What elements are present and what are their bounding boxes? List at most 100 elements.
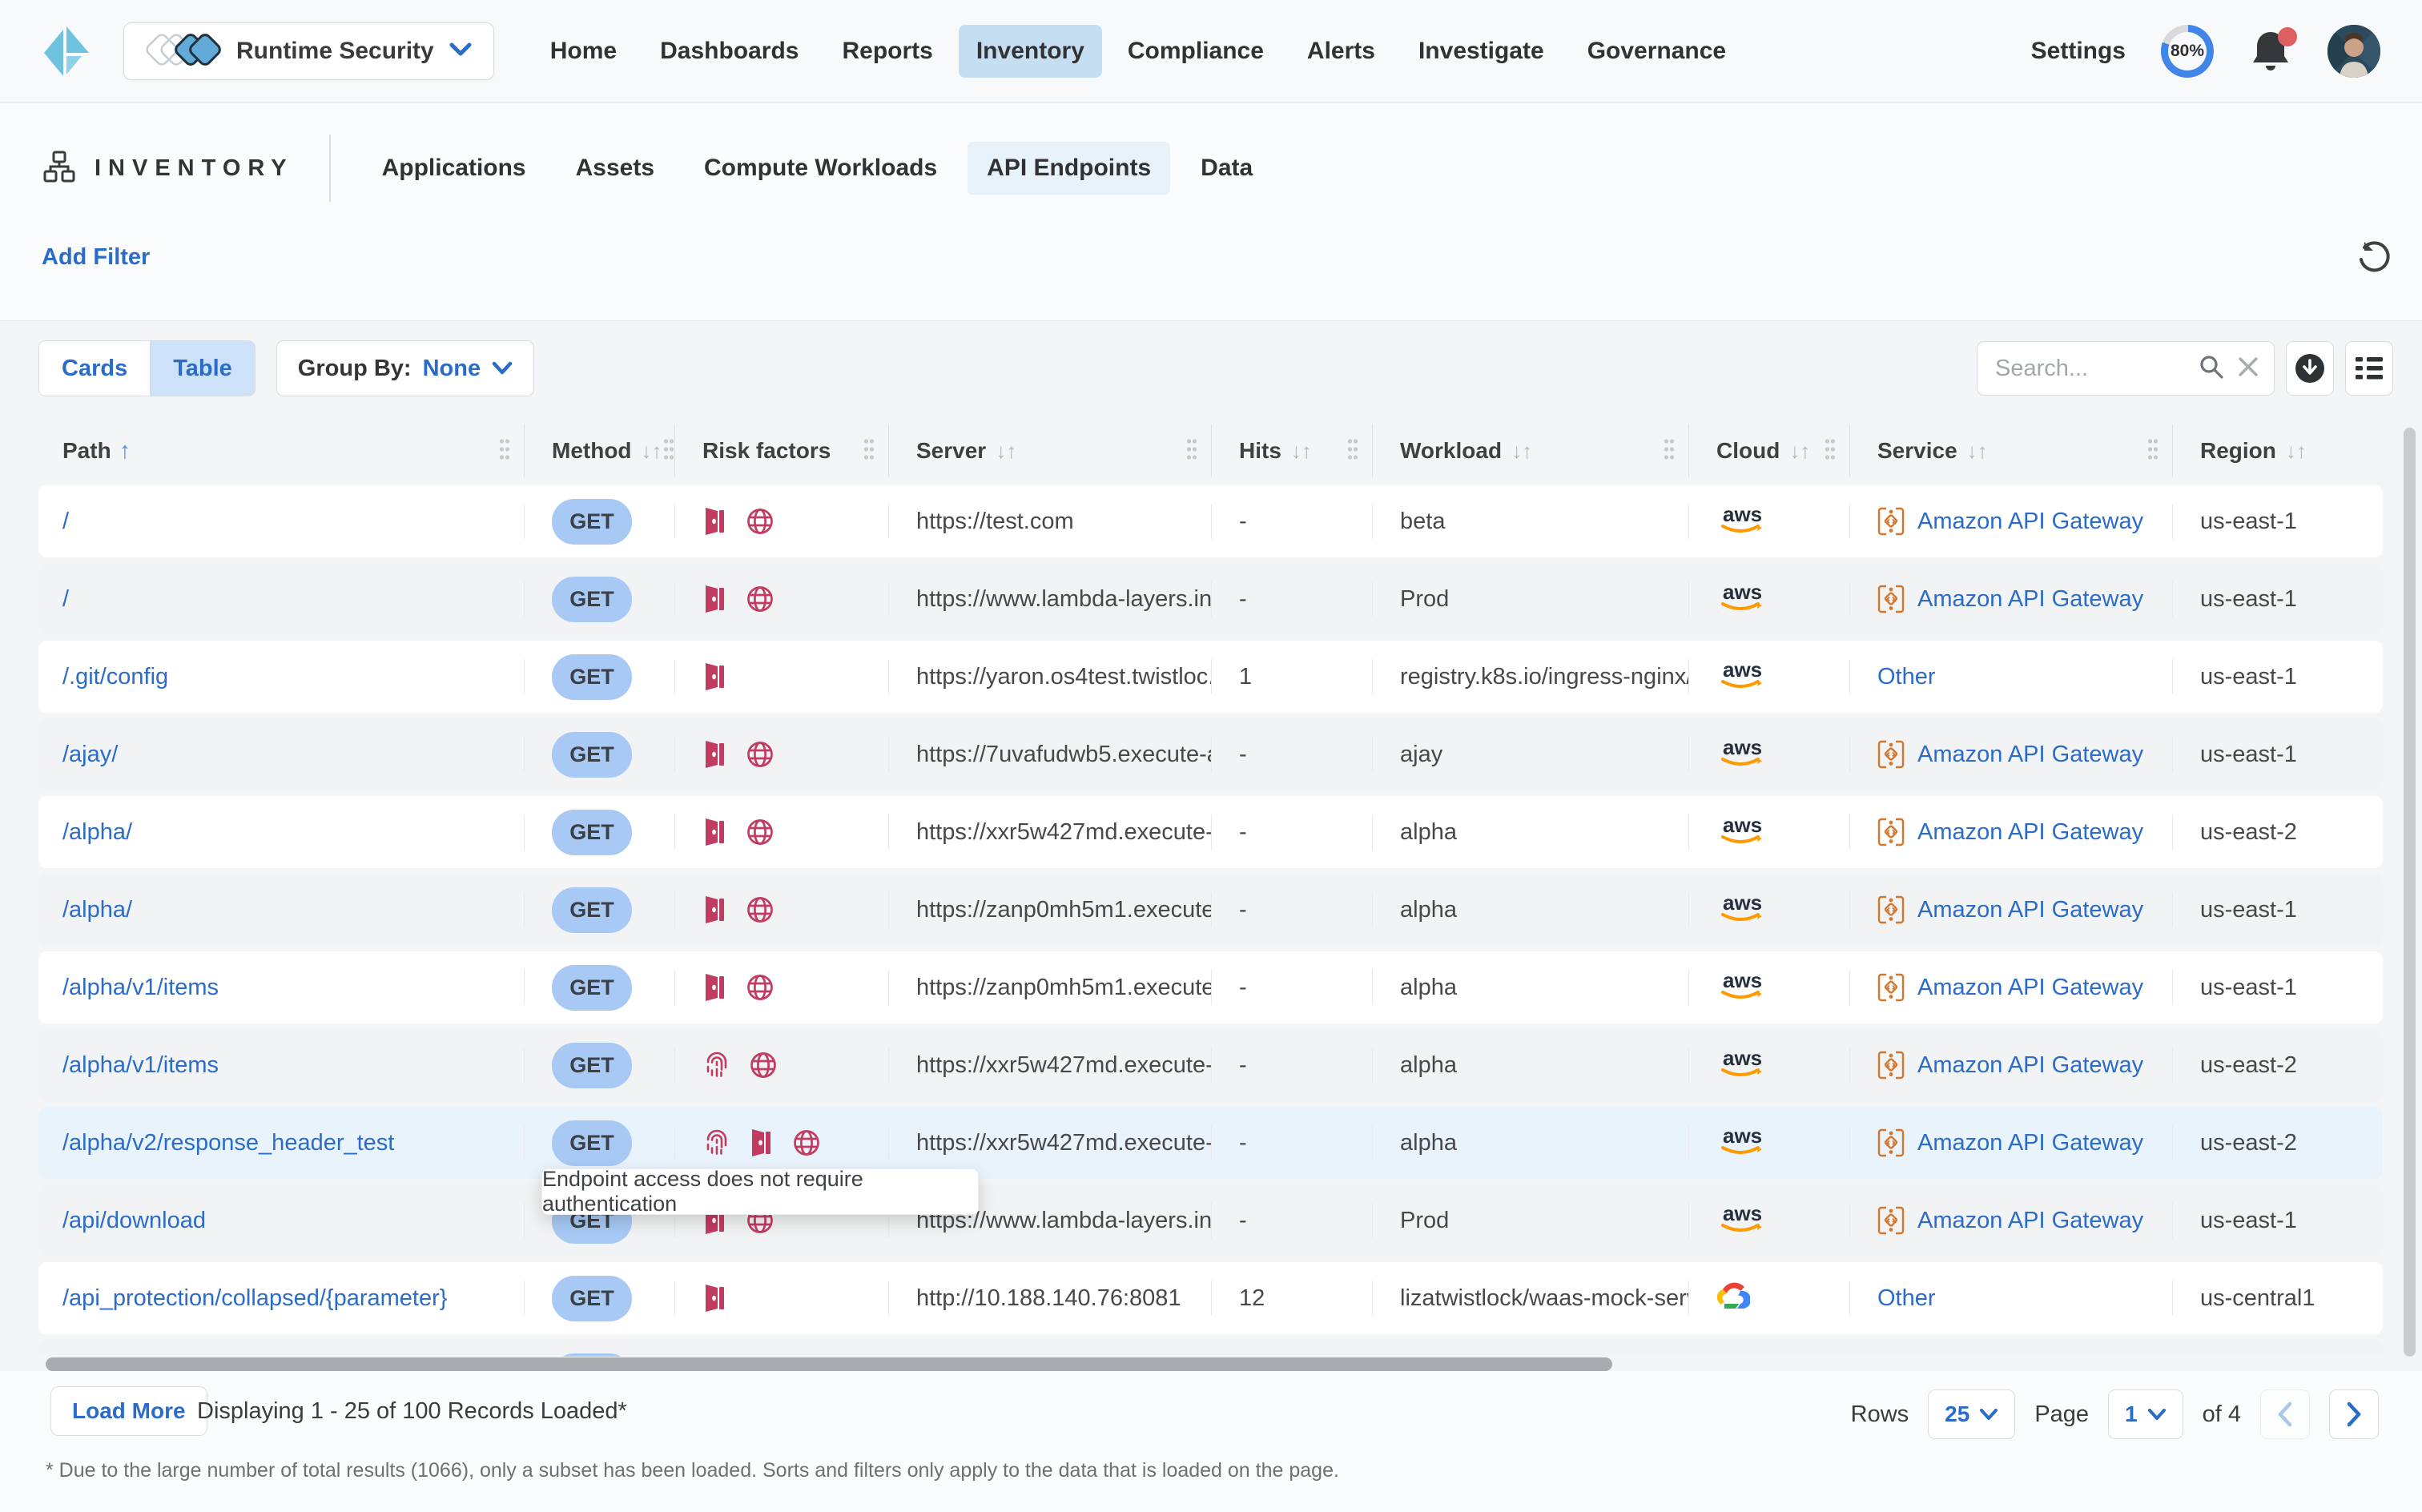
nav-item-dashboards[interactable]: Dashboards xyxy=(642,25,816,78)
risk-factors[interactable] xyxy=(702,973,774,1002)
service-link[interactable]: Amazon API Gateway xyxy=(1917,1052,2143,1079)
table-row[interactable]: /ajay/GEThttps://7uvafudwb5.execute-a...… xyxy=(38,718,2383,790)
service-link[interactable]: Amazon API Gateway xyxy=(1917,509,2143,535)
drag-handle-icon[interactable] xyxy=(1346,437,1359,465)
service-link[interactable]: Other xyxy=(1877,1285,1936,1312)
horizontal-scrollbar[interactable] xyxy=(46,1357,1612,1371)
nav-item-governance[interactable]: Governance xyxy=(1570,25,1744,78)
risk-factors[interactable] xyxy=(702,1284,728,1313)
endpoint-path-link[interactable]: /ajay/ xyxy=(62,742,118,768)
service-link[interactable]: Amazon API Gateway xyxy=(1917,742,2143,768)
risk-factors[interactable] xyxy=(702,662,728,691)
table-row[interactable]: /.git/configGEThttps://yaron.os4test.twi… xyxy=(38,641,2383,713)
notifications-bell-icon[interactable] xyxy=(2249,29,2292,74)
user-avatar[interactable] xyxy=(2327,25,2380,78)
risk-factors[interactable] xyxy=(702,740,774,769)
table-row[interactable]: /alpha/v2/response_header_testGEThttps:/… xyxy=(38,1107,2383,1179)
download-report-button[interactable] xyxy=(2286,341,2334,396)
next-page-button[interactable] xyxy=(2329,1389,2379,1439)
drag-handle-icon[interactable] xyxy=(662,437,675,465)
manage-columns-button[interactable] xyxy=(2345,341,2393,396)
add-filter-button[interactable]: Add Filter xyxy=(42,244,150,271)
service-link[interactable]: Amazon API Gateway xyxy=(1917,1208,2143,1234)
search-icon[interactable] xyxy=(2199,354,2224,384)
endpoint-path-link[interactable]: /api/download xyxy=(62,1208,206,1234)
table-row[interactable]: /GEThttps://test.com-betaawsAmazon API G… xyxy=(38,485,2383,557)
column-header-service[interactable]: Service↓↑ xyxy=(1850,424,2173,477)
endpoint-path-link[interactable]: /.git/config xyxy=(62,664,168,690)
service-link[interactable]: Amazon API Gateway xyxy=(1917,819,2143,846)
endpoint-path-link[interactable]: /alpha/ xyxy=(62,819,132,846)
drag-handle-icon[interactable] xyxy=(1185,437,1198,465)
filter-row: Add Filter xyxy=(42,240,2390,274)
column-header-hits[interactable]: Hits↓↑ xyxy=(1212,424,1373,477)
drag-handle-icon[interactable] xyxy=(1663,437,1676,465)
table-row[interactable]: /api_protection/collapsed/{parameter}GET… xyxy=(38,1262,2383,1334)
prisma-cloud-logo-icon[interactable] xyxy=(42,23,91,79)
column-header-path[interactable]: Path↑ xyxy=(38,424,525,477)
column-header-server[interactable]: Server↓↑ xyxy=(889,424,1212,477)
table-row[interactable]: /alpha/GEThttps://zanp0mh5m1.execute-...… xyxy=(38,874,2383,946)
risk-factors[interactable] xyxy=(702,1128,821,1157)
load-more-button[interactable]: Load More xyxy=(50,1386,207,1436)
column-header-method[interactable]: Method↓↑ xyxy=(525,424,675,477)
search-input[interactable] xyxy=(1995,356,2199,382)
tab-compute-workloads[interactable]: Compute Workloads xyxy=(685,142,956,195)
endpoint-path-link[interactable]: /alpha/ xyxy=(62,897,132,923)
tab-assets[interactable]: Assets xyxy=(557,142,674,195)
reset-filters-icon[interactable] xyxy=(2356,240,2390,274)
risk-factors[interactable] xyxy=(702,818,774,846)
service-link[interactable]: Amazon API Gateway xyxy=(1917,975,2143,1001)
nav-item-compliance[interactable]: Compliance xyxy=(1110,25,1281,78)
service-link[interactable]: Other xyxy=(1877,664,1936,690)
tab-data[interactable]: Data xyxy=(1181,142,1272,195)
service-link[interactable]: Amazon API Gateway xyxy=(1917,586,2143,613)
tab-api-endpoints[interactable]: API Endpoints xyxy=(968,142,1170,195)
settings-link[interactable]: Settings xyxy=(2031,38,2126,65)
table-row[interactable]: /alpha/v1/itemsGEThttps://xxr5w427md.exe… xyxy=(38,1029,2383,1101)
table-row[interactable]: /alpha/v1/itemsGEThttps://zanp0mh5m1.exe… xyxy=(38,951,2383,1023)
table-row[interactable]: /GEThttps://www.lambda-layers.info-Proda… xyxy=(38,563,2383,635)
endpoint-path-link[interactable]: /alpha/v1/items xyxy=(62,975,219,1001)
drag-handle-icon[interactable] xyxy=(863,437,875,465)
drag-handle-icon[interactable] xyxy=(2146,437,2159,465)
page-select[interactable]: 1 xyxy=(2108,1389,2183,1439)
risk-door-icon xyxy=(702,507,728,536)
nav-item-inventory[interactable]: Inventory xyxy=(959,25,1102,78)
endpoint-path-link[interactable]: /api_protection/collapsed/{parameter} xyxy=(62,1285,447,1312)
table-row[interactable]: /alpha/GEThttps://xxr5w427md.execute-...… xyxy=(38,796,2383,868)
drag-handle-icon[interactable] xyxy=(1824,437,1837,465)
column-header-region[interactable]: Region↓↑ xyxy=(2173,424,2383,477)
service-link[interactable]: Amazon API Gateway xyxy=(1917,1130,2143,1156)
risk-factors[interactable] xyxy=(702,585,774,613)
module-selector[interactable]: Runtime Security xyxy=(123,22,494,80)
column-header-workload[interactable]: Workload↓↑ xyxy=(1373,424,1689,477)
nav-item-home[interactable]: Home xyxy=(533,25,634,78)
column-header-cloud[interactable]: Cloud↓↑ xyxy=(1689,424,1850,477)
nav-item-investigate[interactable]: Investigate xyxy=(1401,25,1562,78)
risk-factors[interactable] xyxy=(702,895,774,924)
nav-item-alerts[interactable]: Alerts xyxy=(1289,25,1393,78)
risk-factors[interactable] xyxy=(702,507,774,536)
usage-ring[interactable]: 80% xyxy=(2161,25,2214,78)
clear-search-icon[interactable] xyxy=(2237,356,2259,382)
vertical-scrollbar[interactable] xyxy=(2404,428,2416,1357)
svg-text:aws: aws xyxy=(1723,1201,1762,1225)
service-link[interactable]: Amazon API Gateway xyxy=(1917,897,2143,923)
endpoint-path-link[interactable]: / xyxy=(62,586,69,613)
table-row[interactable]: /api/downloadGEThttps://www.lambda-layer… xyxy=(38,1184,2383,1257)
table-row[interactable]: GETOther xyxy=(38,1340,2383,1357)
group-by-dropdown[interactable]: Group By: None xyxy=(276,340,534,396)
rows-per-page-select[interactable]: 25 xyxy=(1928,1389,2015,1439)
table-view-button[interactable]: Table xyxy=(150,341,255,396)
risk-factors[interactable] xyxy=(702,1051,778,1080)
drag-handle-icon[interactable] xyxy=(498,437,511,465)
endpoint-path-link[interactable]: /alpha/v1/items xyxy=(62,1052,219,1079)
previous-page-button[interactable] xyxy=(2260,1389,2310,1439)
endpoint-path-link[interactable]: /alpha/v2/response_header_test xyxy=(62,1130,394,1156)
endpoint-path-link[interactable]: / xyxy=(62,509,69,535)
nav-item-reports[interactable]: Reports xyxy=(824,25,950,78)
cards-view-button[interactable]: Cards xyxy=(39,341,150,396)
tab-applications[interactable]: Applications xyxy=(363,142,545,195)
column-header-risk-factors[interactable]: Risk factors xyxy=(675,424,889,477)
